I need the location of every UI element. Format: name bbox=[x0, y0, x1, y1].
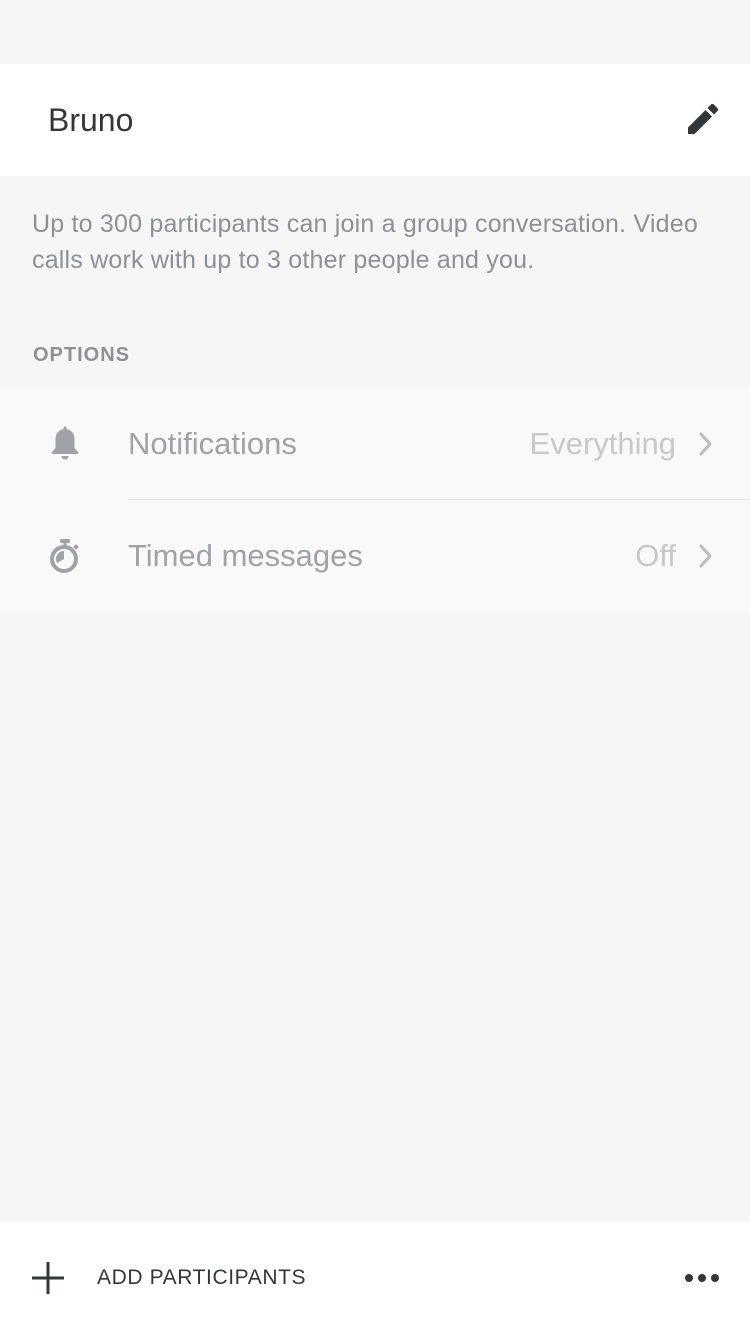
pencil-icon bbox=[688, 103, 719, 134]
edit-name-button[interactable] bbox=[682, 100, 722, 140]
option-value-notifications: Everything bbox=[529, 426, 676, 461]
timer-icon bbox=[48, 538, 82, 574]
bottom-action-bar: ADD PARTICIPANTS bbox=[0, 1222, 750, 1334]
option-label-timed-messages: Timed messages bbox=[128, 538, 363, 573]
options-section-header: OPTIONS bbox=[33, 344, 131, 366]
more-icon bbox=[685, 1274, 719, 1282]
group-info-text: Up to 300 participants can join a group … bbox=[32, 210, 698, 274]
option-label-notifications: Notifications bbox=[128, 426, 297, 461]
option-value-timed-messages: Off bbox=[635, 538, 676, 573]
conversation-name-row[interactable]: Bruno bbox=[0, 64, 750, 176]
add-participants-button[interactable]: ADD PARTICIPANTS bbox=[97, 1222, 306, 1334]
bell-icon bbox=[48, 426, 82, 462]
chevron-right-icon bbox=[698, 542, 714, 570]
more-options-button[interactable] bbox=[684, 1270, 720, 1286]
plus-icon[interactable] bbox=[32, 1262, 64, 1294]
option-notifications[interactable]: Notifications Everything bbox=[0, 388, 750, 500]
option-timed-messages[interactable]: Timed messages Off bbox=[0, 500, 750, 612]
conversation-name[interactable]: Bruno bbox=[48, 64, 133, 176]
conversation-details-screen: Bruno Up to 300 participants can join a … bbox=[0, 0, 750, 1334]
options-list: Notifications Everything Timed messages bbox=[0, 388, 750, 612]
chevron-right-icon bbox=[698, 430, 714, 458]
